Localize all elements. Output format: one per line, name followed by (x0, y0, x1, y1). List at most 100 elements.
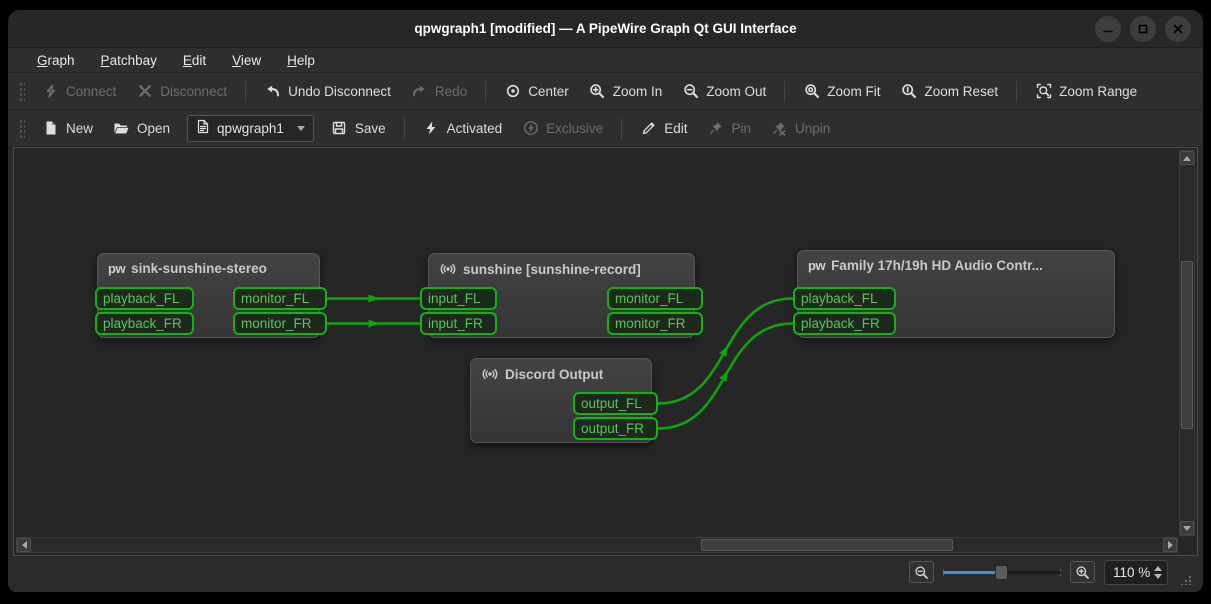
new-label: New (66, 120, 94, 136)
maximize-button[interactable] (1130, 16, 1156, 42)
pin-icon (707, 120, 724, 137)
redo-button[interactable]: Redo (402, 78, 476, 105)
toolbar-separator (621, 117, 623, 139)
zoom-spinbox[interactable]: 110 % (1104, 559, 1168, 585)
port-monitor_FL[interactable]: monitor_FL (607, 287, 703, 310)
zoom-in-icon (1076, 565, 1089, 579)
scroll-left-button[interactable] (17, 538, 31, 552)
zoom-out-icon (915, 565, 928, 579)
center-label: Center (528, 83, 569, 99)
port-monitor_FL[interactable]: monitor_FL (233, 287, 327, 310)
statusbar-zoom-in-button[interactable] (1070, 561, 1095, 583)
zoom-in-icon (589, 83, 606, 100)
center-button[interactable]: Center (495, 78, 578, 105)
undo-disconnect-button[interactable]: Undo Disconnect (255, 78, 400, 105)
toolbar-main: Connect Disconnect Undo Disconnect Redo (8, 73, 1203, 110)
wire-arrow-icon (368, 294, 380, 303)
menubar: Graph Patchbay Edit View Help (8, 48, 1203, 73)
connect-icon (42, 83, 59, 100)
toolbar-drag-handle[interactable] (18, 81, 25, 101)
edit-icon (640, 120, 657, 137)
save-icon (331, 120, 348, 137)
graph-canvas[interactable]: pw sink-sunshine-stereo playback_FL playbac… (13, 147, 1198, 556)
port-input_FR[interactable]: input_FR (420, 312, 497, 335)
redo-icon (411, 83, 428, 100)
resize-grip[interactable] (1179, 574, 1193, 588)
port-output_FL[interactable]: output_FL (573, 392, 658, 415)
titlebar[interactable]: qpwgraph1 [modified] — A PipeWire Graph … (8, 10, 1203, 48)
zoom-range-label: Zoom Range (1059, 83, 1138, 99)
unpin-label: Unpin (794, 120, 831, 136)
minimize-icon (1103, 30, 1113, 33)
menu-patchbay[interactable]: Patchbay (92, 51, 166, 70)
spin-down-icon (1154, 573, 1162, 579)
scroll-up-button[interactable] (1180, 151, 1194, 165)
port-playback_FL[interactable]: playback_FL (793, 287, 896, 310)
port-playback_FR[interactable]: playback_FR (95, 312, 194, 335)
patchbay-select-value: qpwgraph1 (217, 120, 284, 136)
undo-label: Undo Disconnect (288, 83, 391, 99)
scroll-down-button[interactable] (1180, 521, 1194, 535)
activated-button[interactable]: Activated (414, 115, 512, 142)
vertical-scroll-thumb[interactable] (1181, 261, 1193, 429)
graph-scene[interactable]: pw sink-sunshine-stereo playback_FL playbac… (14, 148, 1197, 555)
menu-graph[interactable]: Graph (28, 51, 84, 70)
zoom-slider[interactable] (943, 562, 1061, 582)
close-button[interactable] (1165, 16, 1191, 42)
toolbar-separator (245, 80, 247, 102)
open-button[interactable]: Open (104, 115, 179, 142)
port-monitor_FR[interactable]: monitor_FR (233, 312, 327, 335)
zoom-fit-label: Zoom Fit (827, 83, 881, 99)
toolbar-drag-handle[interactable] (18, 118, 25, 138)
patchbay-select[interactable]: qpwgraph1 (187, 114, 314, 142)
zoom-fit-button[interactable]: Zoom Fit (794, 78, 889, 105)
save-button[interactable]: Save (322, 115, 395, 142)
statusbar: 110 % (8, 556, 1203, 592)
zoom-in-button[interactable]: Zoom In (580, 78, 672, 105)
disconnect-icon (136, 83, 153, 100)
menu-edit[interactable]: Edit (174, 51, 215, 70)
port-monitor_FR[interactable]: monitor_FR (607, 312, 703, 335)
zoom-reset-icon (901, 83, 918, 100)
menu-view[interactable]: View (223, 51, 270, 70)
minimize-button[interactable] (1095, 16, 1121, 42)
slider-handle[interactable] (994, 565, 1008, 580)
connections-layer (327, 294, 794, 430)
zoom-out-button[interactable]: Zoom Out (673, 78, 775, 105)
exclusive-label: Exclusive (546, 120, 604, 136)
horizontal-scroll-thumb[interactable] (701, 539, 953, 551)
close-icon (1173, 24, 1183, 34)
menu-help[interactable]: Help (278, 51, 324, 70)
port-input_FL[interactable]: input_FL (420, 287, 497, 310)
spin-buttons[interactable] (1152, 565, 1167, 579)
horizontal-scrollbar[interactable] (16, 537, 1178, 553)
chevron-down-icon (296, 125, 305, 131)
zoom-range-button[interactable]: Zoom Range (1026, 78, 1146, 105)
wire-arrow-icon (368, 319, 380, 328)
edit-button[interactable]: Edit (631, 115, 696, 142)
center-icon (504, 83, 521, 100)
toolbar-patchbay: New Open qpwgraph1 Save Activated Exclus… (8, 110, 1203, 147)
exclusive-button[interactable]: Exclusive (513, 115, 612, 142)
pin-button[interactable]: Pin (698, 115, 760, 142)
port-playback_FR[interactable]: playback_FR (793, 312, 896, 335)
open-icon (113, 120, 130, 137)
zoom-range-icon (1035, 83, 1052, 100)
open-label: Open (137, 120, 171, 136)
statusbar-zoom-out-button[interactable] (909, 561, 934, 583)
toolbar-separator (403, 117, 405, 139)
port-output_FR[interactable]: output_FR (573, 417, 658, 440)
vertical-scrollbar[interactable] (1179, 150, 1195, 536)
unpin-icon (771, 120, 788, 137)
port-playback_FL[interactable]: playback_FL (95, 287, 194, 310)
new-button[interactable]: New (33, 115, 102, 142)
zoom-out-icon (682, 83, 699, 100)
toolbar-separator (1016, 80, 1018, 102)
scroll-right-button[interactable] (1163, 538, 1177, 552)
unpin-button[interactable]: Unpin (762, 115, 839, 142)
zoom-reset-button[interactable]: Zoom Reset (892, 78, 1008, 105)
slider-fill (943, 571, 1001, 574)
disconnect-button[interactable]: Disconnect (127, 78, 236, 105)
connect-button[interactable]: Connect (33, 78, 125, 105)
zoom-out-label: Zoom Out (706, 83, 767, 99)
